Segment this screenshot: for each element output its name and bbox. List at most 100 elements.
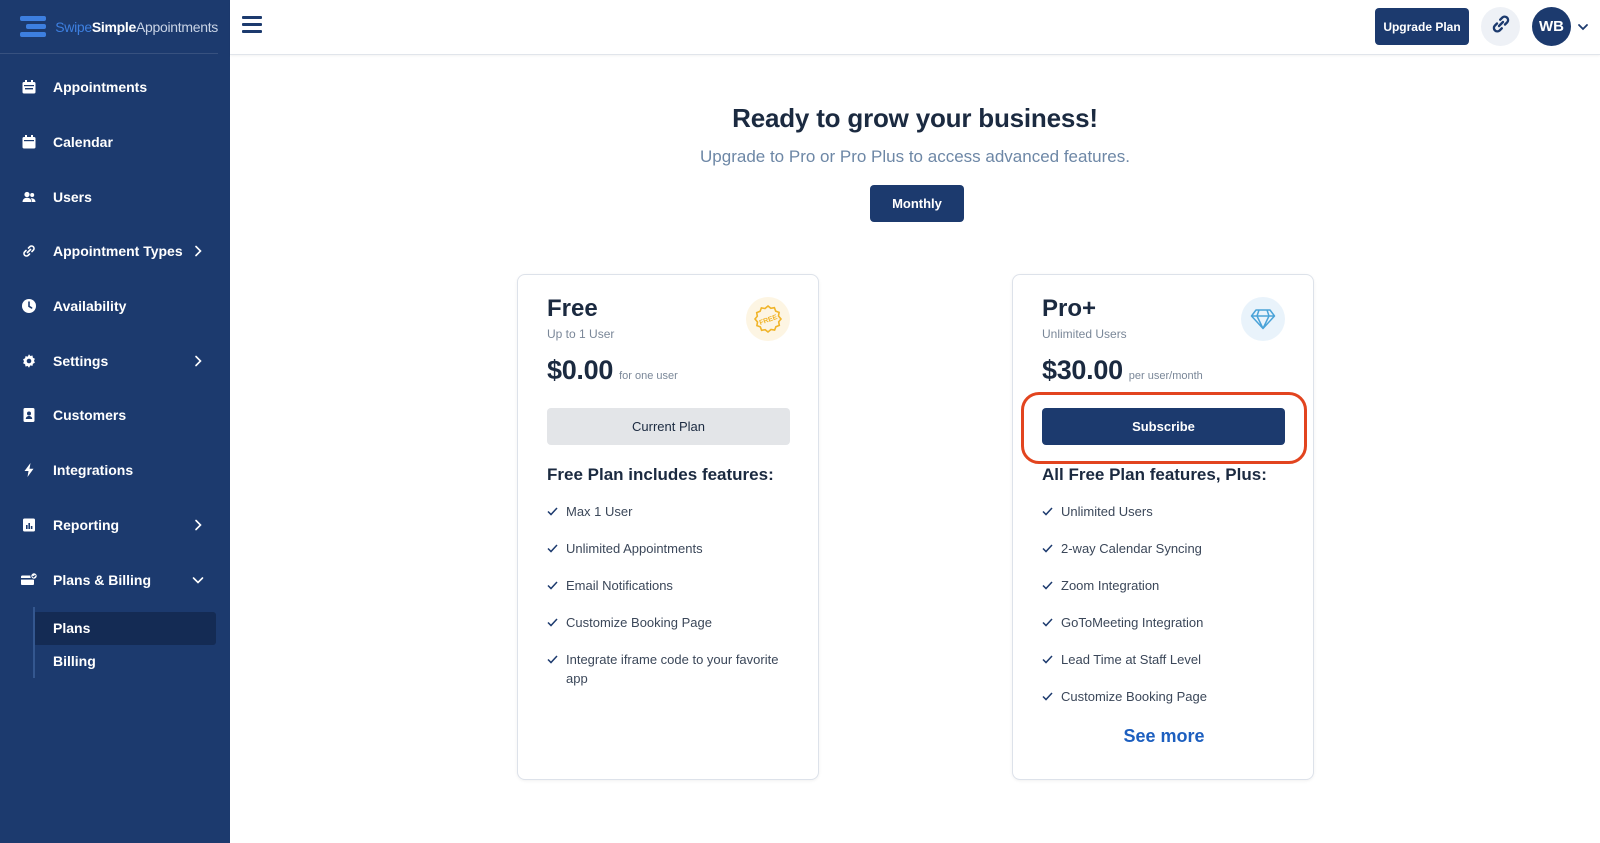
sidebar-item-settings[interactable]: Settings [0,333,230,388]
list-item: Integrate iframe code to your favorite a… [547,650,797,688]
plan-price-note: per user/month [1128,370,1203,382]
avatar[interactable]: WB [1532,7,1571,46]
logo-mark-icon [20,15,46,38]
sidebar-item-integrations[interactable]: Integrations [0,443,230,498]
list-item: Unlimited Appointments [547,539,797,558]
plan-price: $0.00 [547,355,614,385]
sidebar-item-availability[interactable]: Availability [0,279,230,334]
sidebar-item-label: Integrations [53,462,134,479]
calendar-icon [20,133,38,151]
feature-label: Lead Time at Staff Level [1061,652,1201,667]
plan-user-limit: Up to 1 User [547,327,615,341]
page-title: Ready to grow your business! [732,103,1098,133]
check-icon [1042,687,1054,706]
plan-price: $30.00 [1042,355,1123,385]
feature-label: Max 1 User [566,504,633,519]
brand-wordmark: SwipeSimpleAppointments [55,19,218,35]
sidebar: SwipeSimpleAppointments Appointments Cal… [0,0,230,843]
report-icon [20,516,38,534]
list-item: Customize Booking Page [547,613,797,632]
see-more-link[interactable]: See more [1013,726,1315,747]
features-title: All Free Plan features, Plus: [1042,465,1267,484]
plan-name: Pro+ [1042,295,1097,322]
link-icon [1490,13,1512,40]
billing-period-toggle[interactable]: Monthly [870,185,964,222]
upgrade-plan-button[interactable]: Upgrade Plan [1375,8,1469,45]
chevron-down-icon[interactable] [1577,20,1589,32]
feature-label: Unlimited Appointments [566,541,703,556]
list-item: Email Notifications [547,576,797,595]
list-item: Max 1 User [547,502,797,521]
sidebar-item-label: Customers [53,407,127,424]
sidebar-item-plans-billing[interactable]: Plans & Billing [0,552,230,607]
features-list: Unlimited Users 2-way Calendar Syncing Z… [1042,502,1292,724]
sidebar-item-reporting[interactable]: Reporting [0,498,230,553]
brand-logo[interactable]: SwipeSimpleAppointments [0,0,218,54]
feature-label: Integrate iframe code to your favorite a… [566,652,779,686]
users-icon [20,188,38,206]
plan-card-free: Free Up to 1 User FREE $0.00 for one use… [517,274,819,780]
chevron-right-icon [192,355,204,367]
sidebar-item-label: Users [53,188,92,205]
check-icon [547,539,559,558]
check-icon [547,613,559,632]
check-icon [547,650,559,669]
list-item: Lead Time at Staff Level [1042,650,1292,669]
sidebar-subitem-plans[interactable]: Plans [33,611,216,645]
diamond-icon [1241,297,1285,341]
brand-simple: Simple [91,18,136,35]
sidebar-item-label: Settings [53,352,109,369]
sidebar-item-label: Appointment Types [53,243,183,260]
chevron-right-icon [192,519,204,531]
sidebar-item-calendar[interactable]: Calendar [0,115,230,170]
check-icon [1042,650,1054,669]
free-badge-icon: FREE [746,297,790,341]
sidebar-item-users[interactable]: Users [0,169,230,224]
plan-name: Free [547,295,598,322]
list-item: Unlimited Users [1042,502,1292,521]
sidebar-item-label: Plans & Billing [53,571,152,588]
badge-text: FREE [759,314,779,327]
share-link-button[interactable] [1481,7,1520,46]
features-title: Free Plan includes features: [547,465,774,484]
link-icon [20,242,38,260]
chevron-right-icon [192,245,204,257]
check-icon [1042,613,1054,632]
topbar: Upgrade Plan WB [230,0,1600,55]
hamburger-menu-icon[interactable] [242,16,262,34]
main-content: Ready to grow your business! Upgrade to … [230,55,1600,843]
features-list: Max 1 User Unlimited Appointments Email … [547,502,797,706]
current-plan-button[interactable]: Current Plan [547,408,790,445]
check-icon [1042,502,1054,521]
brand-appointments: Appointments [135,18,218,35]
page-subtitle: Upgrade to Pro or Pro Plus to access adv… [700,147,1130,166]
subscribe-button[interactable]: Subscribe [1042,408,1285,445]
check-icon [547,576,559,595]
list-item: 2-way Calendar Syncing [1042,539,1292,558]
list-item: Customize Booking Page [1042,687,1292,706]
plan-card-pro-plus: Pro+ Unlimited Users $30.00 per user/mon… [1012,274,1314,780]
chevron-down-icon [192,574,204,586]
plan-user-limit: Unlimited Users [1042,327,1127,341]
sidebar-item-appointment-types[interactable]: Appointment Types [0,224,230,279]
list-item: GoToMeeting Integration [1042,613,1292,632]
check-icon [1042,539,1054,558]
feature-label: Zoom Integration [1061,578,1160,593]
feature-label: Customize Booking Page [566,615,712,630]
sidebar-item-label: Appointments [53,79,148,96]
sidebar-item-customers[interactable]: Customers [0,388,230,443]
brand-swipe: Swipe [55,18,92,35]
sidebar-item-label: Calendar [53,134,113,151]
feature-label: Customize Booking Page [1061,689,1207,704]
feature-label: GoToMeeting Integration [1061,615,1204,630]
feature-label: Email Notifications [566,578,673,593]
price-row: $30.00 per user/month [1042,355,1203,386]
sidebar-subitem-billing[interactable]: Billing [33,645,216,678]
sidebar-item-appointments[interactable]: Appointments [0,60,230,115]
feature-label: Unlimited Users [1061,504,1153,519]
sidebar-item-label: Availability [53,298,127,315]
feature-label: 2-way Calendar Syncing [1061,541,1202,556]
bolt-icon [20,461,38,479]
contact-card-icon [20,406,38,424]
sidebar-nav: Appointments Calendar Users Appointment … [0,54,230,607]
